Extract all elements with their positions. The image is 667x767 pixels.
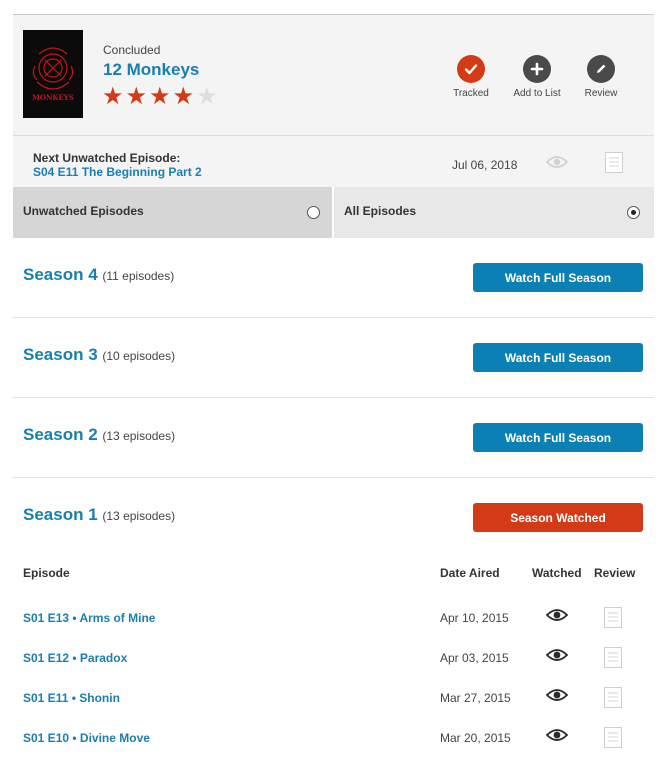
watch-full-season-button[interactable]: Watch Full Season bbox=[473, 423, 643, 452]
episode-link[interactable]: S01 E10 • Divine Move bbox=[23, 731, 150, 745]
svg-text:MONKEYS: MONKEYS bbox=[32, 93, 74, 102]
season-episode-count: (13 episodes) bbox=[102, 429, 176, 443]
season-name: Season 3 bbox=[23, 345, 98, 364]
season-title[interactable]: Season 4 (11 episodes) bbox=[23, 265, 174, 285]
eye-icon[interactable] bbox=[545, 728, 569, 747]
star-icon[interactable]: ★ bbox=[126, 85, 148, 109]
checkmark-icon bbox=[457, 55, 485, 83]
review-label: Review bbox=[584, 88, 618, 99]
eye-icon[interactable] bbox=[545, 608, 569, 627]
review-doc-icon[interactable] bbox=[604, 727, 622, 753]
tracked-label: Tracked bbox=[453, 88, 489, 99]
pencil-icon bbox=[587, 55, 615, 83]
season-episode-count: (13 episodes) bbox=[102, 509, 176, 523]
col-header-date-aired: Date Aired bbox=[440, 566, 500, 580]
season-name: Season 1 bbox=[23, 505, 98, 524]
show-page: MONKEYS Concluded 12 Monkeys ★ ★ ★ ★ ★ Track… bbox=[13, 14, 654, 758]
filter-all-label: All Episodes bbox=[344, 204, 417, 218]
star-rating[interactable]: ★ ★ ★ ★ ★ bbox=[102, 85, 218, 109]
episode-filter: Unwatched Episodes All Episodes bbox=[13, 187, 654, 238]
episode-link[interactable]: S01 E13 • Arms of Mine bbox=[23, 611, 155, 625]
season-name: Season 2 bbox=[23, 425, 98, 444]
review-doc-icon[interactable] bbox=[604, 687, 622, 713]
episode-row: S01 E11 • Shonin Mar 27, 2015 bbox=[13, 678, 654, 718]
show-status: Concluded bbox=[103, 43, 161, 57]
col-header-review: Review bbox=[594, 566, 636, 580]
tracked-button[interactable]: Tracked bbox=[439, 55, 503, 99]
filter-unwatched-label: Unwatched Episodes bbox=[23, 204, 144, 218]
season-title[interactable]: Season 2 (13 episodes) bbox=[23, 425, 175, 445]
episode-row: S01 E12 • Paradox Apr 03, 2015 bbox=[13, 638, 654, 678]
filter-unwatched-episodes[interactable]: Unwatched Episodes bbox=[13, 187, 332, 238]
star-icon[interactable]: ★ bbox=[149, 85, 171, 109]
col-header-episode: Episode bbox=[23, 566, 70, 580]
watch-full-season-button[interactable]: Watch Full Season bbox=[473, 343, 643, 372]
review-doc-icon[interactable] bbox=[604, 647, 622, 673]
episode-row: S01 E10 • Divine Move Mar 20, 2015 bbox=[13, 718, 654, 758]
filter-all-episodes[interactable]: All Episodes bbox=[334, 187, 654, 238]
season-name: Season 4 bbox=[23, 265, 98, 284]
col-header-watched: Watched bbox=[532, 566, 582, 580]
episode-table-header: Episode Date Aired Watched Review bbox=[13, 558, 654, 598]
add-to-list-label: Add to List bbox=[513, 88, 561, 99]
filter-all-radio[interactable] bbox=[627, 206, 640, 219]
season-row: Season 3 (10 episodes) Watch Full Season bbox=[13, 318, 654, 398]
season-list: Season 4 (11 episodes) Watch Full Season S… bbox=[13, 238, 654, 558]
eye-icon[interactable] bbox=[545, 155, 569, 174]
season-title[interactable]: Season 3 (10 episodes) bbox=[23, 345, 175, 365]
review-doc-icon[interactable] bbox=[604, 607, 622, 633]
next-unwatched-label: Next Unwatched Episode: bbox=[33, 151, 181, 165]
episode-row: S01 E13 • Arms of Mine Apr 10, 2015 bbox=[13, 598, 654, 638]
season-row: Season 2 (13 episodes) Watch Full Season bbox=[13, 398, 654, 478]
next-unwatched-episode-link[interactable]: S04 E11 The Beginning Part 2 bbox=[33, 165, 202, 179]
star-icon[interactable]: ★ bbox=[102, 85, 124, 109]
show-title[interactable]: 12 Monkeys bbox=[103, 60, 199, 80]
season-title[interactable]: Season 1 (13 episodes) bbox=[23, 505, 175, 525]
star-icon[interactable]: ★ bbox=[196, 85, 218, 109]
review-button[interactable]: Review bbox=[569, 55, 633, 99]
episode-link[interactable]: S01 E12 • Paradox bbox=[23, 651, 127, 665]
review-doc-icon[interactable] bbox=[605, 152, 623, 178]
filter-unwatched-radio[interactable] bbox=[307, 206, 320, 219]
season-row: Season 4 (11 episodes) Watch Full Season bbox=[13, 238, 654, 318]
next-unwatched-panel: Next Unwatched Episode: S04 E11 The Begi… bbox=[13, 135, 654, 187]
eye-icon[interactable] bbox=[545, 688, 569, 707]
season-episode-count: (11 episodes) bbox=[102, 269, 175, 283]
add-to-list-button[interactable]: Add to List bbox=[505, 55, 569, 99]
show-header: MONKEYS Concluded 12 Monkeys ★ ★ ★ ★ ★ Track… bbox=[13, 14, 654, 135]
episode-date-aired: Apr 03, 2015 bbox=[440, 651, 509, 665]
show-poster[interactable]: MONKEYS bbox=[23, 30, 83, 118]
season-watched-button[interactable]: Season Watched bbox=[473, 503, 643, 532]
plus-icon bbox=[523, 55, 551, 83]
season-episode-count: (10 episodes) bbox=[102, 349, 176, 363]
star-icon[interactable]: ★ bbox=[173, 85, 195, 109]
watch-full-season-button[interactable]: Watch Full Season bbox=[473, 263, 643, 292]
next-unwatched-date: Jul 06, 2018 bbox=[452, 158, 518, 172]
episode-table-body: S01 E13 • Arms of Mine Apr 10, 2015 S01 E1… bbox=[13, 598, 654, 758]
eye-icon[interactable] bbox=[545, 648, 569, 667]
episode-date-aired: Apr 10, 2015 bbox=[440, 611, 509, 625]
episode-date-aired: Mar 20, 2015 bbox=[440, 731, 511, 745]
season-row: Season 1 (13 episodes) Season Watched bbox=[13, 478, 654, 558]
episode-date-aired: Mar 27, 2015 bbox=[440, 691, 511, 705]
episode-link[interactable]: S01 E11 • Shonin bbox=[23, 691, 120, 705]
